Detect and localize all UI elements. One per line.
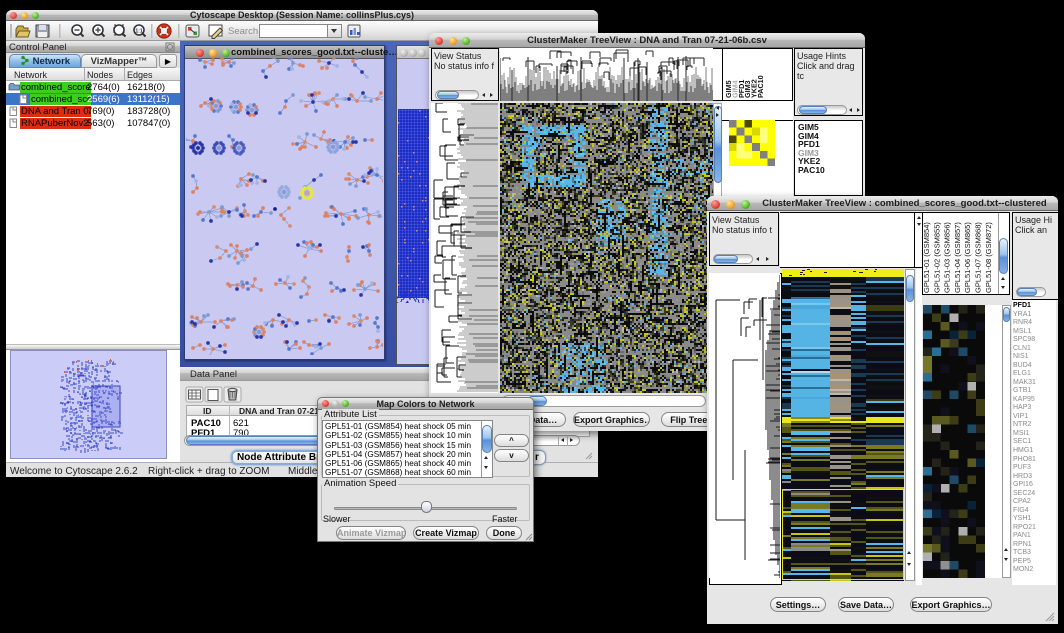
svg-text:GPL51-02 (GSM855): GPL51-02 (GSM855): [932, 222, 941, 293]
svg-text:GPL51-07 (GSM868): GPL51-07 (GSM868): [974, 222, 983, 293]
svg-text:GPL51-04 (GSM857): GPL51-04 (GSM857): [953, 222, 962, 293]
svg-text:GPL51-08 (GSM872): GPL51-08 (GSM872): [984, 222, 993, 293]
svg-text:GPL51-03 (GSM856): GPL51-03 (GSM856): [943, 222, 952, 293]
svg-text:GPL51-01 (GSM854): GPL51-01 (GSM854): [922, 222, 931, 293]
svg-text:GPL51-06 (GSM865): GPL51-06 (GSM865): [963, 222, 972, 293]
